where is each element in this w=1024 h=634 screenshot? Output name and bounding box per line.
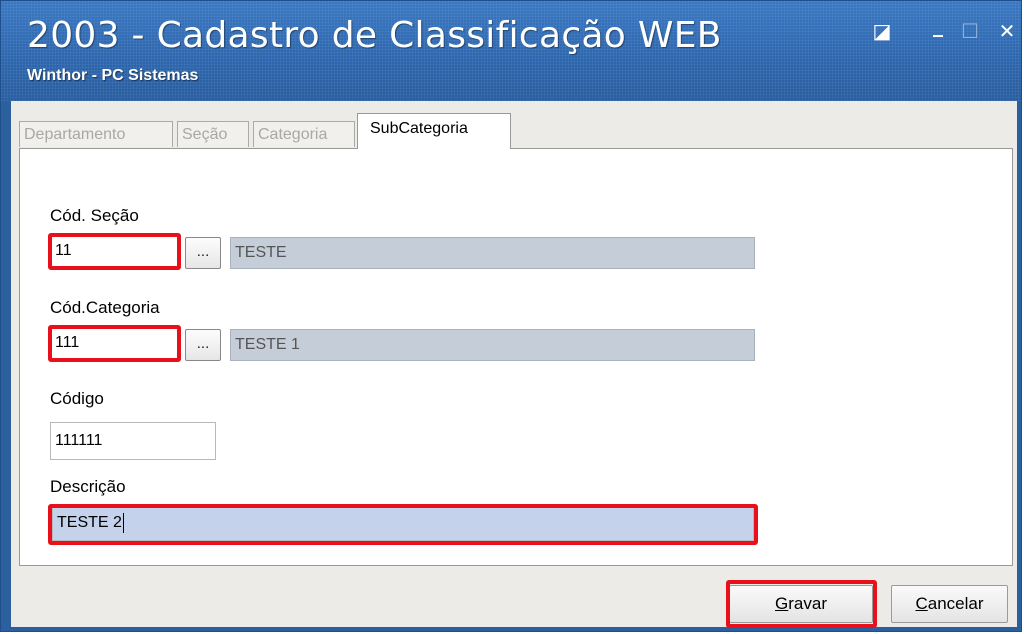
descricao-label: Descrição (50, 477, 126, 496)
tab-categoria[interactable]: Categoria (253, 121, 355, 147)
tab-departamento[interactable]: Departamento (19, 121, 173, 147)
restore-icon[interactable]: ◪ (869, 21, 895, 47)
cancelar-label: ancelar (927, 594, 984, 613)
cod-categoria-label: Cód.Categoria (50, 298, 160, 317)
maximize-icon[interactable]: ☐ (957, 21, 983, 47)
cancelar-mnemonic: C (915, 594, 928, 613)
cod-categoria-highlight (48, 325, 181, 362)
cod-secao-lookup-button[interactable]: ... (185, 237, 221, 269)
cod-secao-highlight (48, 233, 181, 270)
gravar-highlight (726, 580, 877, 628)
close-icon[interactable]: ✕ (994, 21, 1020, 47)
cod-categoria-description: TESTE 1 (230, 329, 755, 361)
app-window: 2003 - Cadastro de Classificação WEB Win… (0, 0, 1022, 632)
tab-secao[interactable]: Seção (177, 121, 249, 147)
cod-secao-label: Cód. Seção (50, 206, 139, 225)
codigo-label: Código (50, 389, 104, 408)
title-bar[interactable]: 2003 - Cadastro de Classificação WEB Win… (1, 1, 1021, 101)
subcategoria-page: Cód. Seção 11 ... TESTE Cód.Categoria 11… (19, 148, 1013, 566)
cod-secao-description: TESTE (230, 237, 755, 269)
minimize-icon[interactable]: _ (925, 15, 951, 41)
cod-categoria-lookup-button[interactable]: ... (185, 329, 221, 361)
form-panel: Departamento Seção Categoria SubCategori… (11, 101, 1017, 628)
descricao-highlight (48, 504, 758, 545)
codigo-input[interactable]: 111111 (50, 422, 216, 460)
window-title: 2003 - Cadastro de Classificação WEB (27, 15, 722, 56)
cancelar-button[interactable]: Cancelar (891, 585, 1008, 623)
window-subtitle: Winthor - PC Sistemas (27, 67, 199, 84)
tab-subcategoria[interactable]: SubCategoria (357, 113, 511, 149)
